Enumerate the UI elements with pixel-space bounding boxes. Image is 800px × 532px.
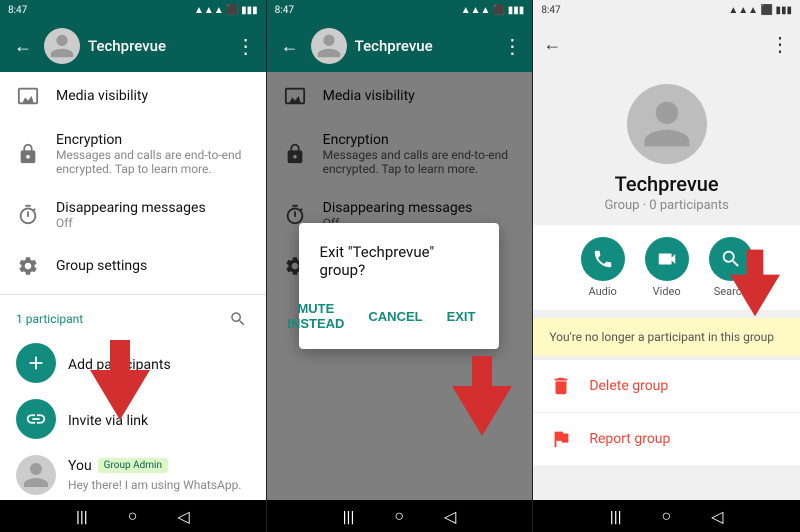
back-nav-3[interactable]: ◁ <box>711 507 723 526</box>
action-buttons-row: Audio Video Search <box>533 225 800 310</box>
status-bar-1: 8:47 ▲▲▲ ⬛ ▮▮▮ <box>0 0 266 20</box>
status-bar-2: 8:47 ▲▲▲ ⬛ ▮▮▮ <box>267 0 533 20</box>
panel-profile: 8:47 ▲▲▲ ⬛ ▮▮▮ ← ⋮ Techprevue Group · 0 … <box>533 0 800 532</box>
search-action[interactable]: Search <box>709 237 753 298</box>
time-3: 8:47 <box>541 5 560 16</box>
timer-icon <box>16 203 40 227</box>
signal-3: ▲▲▲ ⬛ ▮▮▮ <box>728 5 792 16</box>
back-button-3[interactable]: ← <box>543 34 561 55</box>
you-avatar <box>16 455 56 495</box>
signal-2: ▲▲▲ ⬛ ▮▮▮ <box>461 5 525 16</box>
audio-action[interactable]: Audio <box>581 237 625 298</box>
avatar-2 <box>311 28 347 64</box>
back-nav-1[interactable]: ◁ <box>177 507 189 526</box>
search-icon-1[interactable] <box>226 307 250 331</box>
exit-button[interactable]: EXIT <box>443 295 480 337</box>
nav-bar-3: ||| ○ ◁ <box>533 500 800 532</box>
time-2: 8:47 <box>275 5 294 16</box>
search-btn-circle <box>709 237 753 281</box>
modal-title: Exit "Techprevue" group? <box>319 243 479 279</box>
panel2-content: Media visibility Encryption Messages and… <box>267 72 533 500</box>
modal-overlay: Exit "Techprevue" group? MUTE INSTEAD CA… <box>267 72 533 500</box>
menu-button-3[interactable]: ⋮ <box>770 32 790 57</box>
add-icon <box>16 343 56 383</box>
time-1: 8:47 <box>8 5 27 16</box>
add-participants-item[interactable]: Add participants <box>0 335 266 391</box>
media-visibility-item[interactable]: Media visibility <box>0 72 266 120</box>
header-title-1: Techprevue <box>88 37 228 55</box>
menu-nav-1[interactable]: ||| <box>76 507 88 526</box>
header-title-2: Techprevue <box>355 37 495 55</box>
trash-icon <box>549 374 573 398</box>
header-2: ← Techprevue ⋮ <box>267 20 533 72</box>
encryption-text: Encryption Messages and calls are end-to… <box>56 132 250 176</box>
home-nav-3[interactable]: ○ <box>662 506 672 526</box>
signal-1: ▲▲▲ ⬛ ▮▮▮ <box>194 5 258 16</box>
status-bar-3: 8:47 ▲▲▲ ⬛ ▮▮▮ <box>533 0 800 20</box>
video-label: Video <box>653 285 681 298</box>
invite-link-item[interactable]: Invite via link <box>0 391 266 447</box>
image-icon <box>16 84 40 108</box>
modal-actions: MUTE INSTEAD CANCEL EXIT <box>319 295 479 337</box>
link-icon <box>16 399 56 439</box>
cancel-button[interactable]: CANCEL <box>364 295 426 337</box>
video-action[interactable]: Video <box>645 237 689 298</box>
audio-label: Audio <box>588 285 616 298</box>
back-button-1[interactable]: ← <box>10 32 36 61</box>
mute-instead-button[interactable]: MUTE INSTEAD <box>283 295 348 337</box>
add-participants-text: Add participants <box>68 354 250 373</box>
search-label: Search <box>714 285 748 298</box>
audio-btn-circle <box>581 237 625 281</box>
back-button-2[interactable]: ← <box>277 32 303 61</box>
panel-group-info-1: 8:47 ▲▲▲ ⬛ ▮▮▮ ← Techprevue ⋮ Media visi… <box>0 0 267 532</box>
menu-button-2[interactable]: ⋮ <box>502 34 522 59</box>
panel-group-info-2: 8:47 ▲▲▲ ⬛ ▮▮▮ ← Techprevue ⋮ Media visi… <box>267 0 534 532</box>
disappearing-messages-item[interactable]: Disappearing messages Off <box>0 188 266 242</box>
profile-content: Techprevue Group · 0 participants Audio … <box>533 68 800 500</box>
delete-group-label: Delete group <box>589 378 668 394</box>
divider-1 <box>0 294 266 295</box>
lock-icon <box>16 142 40 166</box>
delete-group-section: Delete group Report group <box>533 360 800 465</box>
delete-group-item[interactable]: Delete group <box>533 360 800 413</box>
report-group-label-3: Report group <box>589 431 670 447</box>
avatar-1 <box>44 28 80 64</box>
header-1: ← Techprevue ⋮ <box>0 20 266 72</box>
menu-button-1[interactable]: ⋮ <box>236 34 256 59</box>
notification-banner: You're no longer a participant in this g… <box>533 318 800 356</box>
exit-modal: Exit "Techprevue" group? MUTE INSTEAD CA… <box>299 223 499 349</box>
back-nav-2[interactable]: ◁ <box>444 507 456 526</box>
home-nav-1[interactable]: ○ <box>128 506 138 526</box>
participant-you[interactable]: You Group Admin Hey there! I am using Wh… <box>0 447 266 500</box>
media-visibility-text: Media visibility <box>56 88 148 104</box>
invite-link-text: Invite via link <box>68 410 250 429</box>
group-settings-item[interactable]: Group settings <box>0 242 266 290</box>
report-group-item-3[interactable]: Report group <box>533 413 800 465</box>
section-header-1: 1 participant <box>0 299 266 335</box>
menu-nav-3[interactable]: ||| <box>610 507 622 526</box>
gear-icon <box>16 254 40 278</box>
profile-name: Techprevue <box>615 172 719 196</box>
profile-header: ← ⋮ <box>533 20 800 68</box>
nav-bar-1: ||| ○ ◁ <box>0 500 266 532</box>
panel1-content: Media visibility Encryption Messages and… <box>0 72 266 500</box>
nav-bar-2: ||| ○ ◁ <box>267 500 533 532</box>
video-btn-circle <box>645 237 689 281</box>
profile-avatar-large <box>627 84 707 164</box>
profile-subtitle: Group · 0 participants <box>604 198 728 213</box>
flag-icon-3 <box>549 427 573 451</box>
encryption-item[interactable]: Encryption Messages and calls are end-to… <box>0 120 266 188</box>
menu-nav-2[interactable]: ||| <box>343 507 355 526</box>
profile-avatar-section: Techprevue Group · 0 participants <box>533 68 800 225</box>
you-info: You Group Admin Hey there! I am using Wh… <box>68 458 250 493</box>
home-nav-2[interactable]: ○ <box>394 506 404 526</box>
group-settings-text: Group settings <box>56 258 147 274</box>
disappearing-text: Disappearing messages Off <box>56 200 206 230</box>
